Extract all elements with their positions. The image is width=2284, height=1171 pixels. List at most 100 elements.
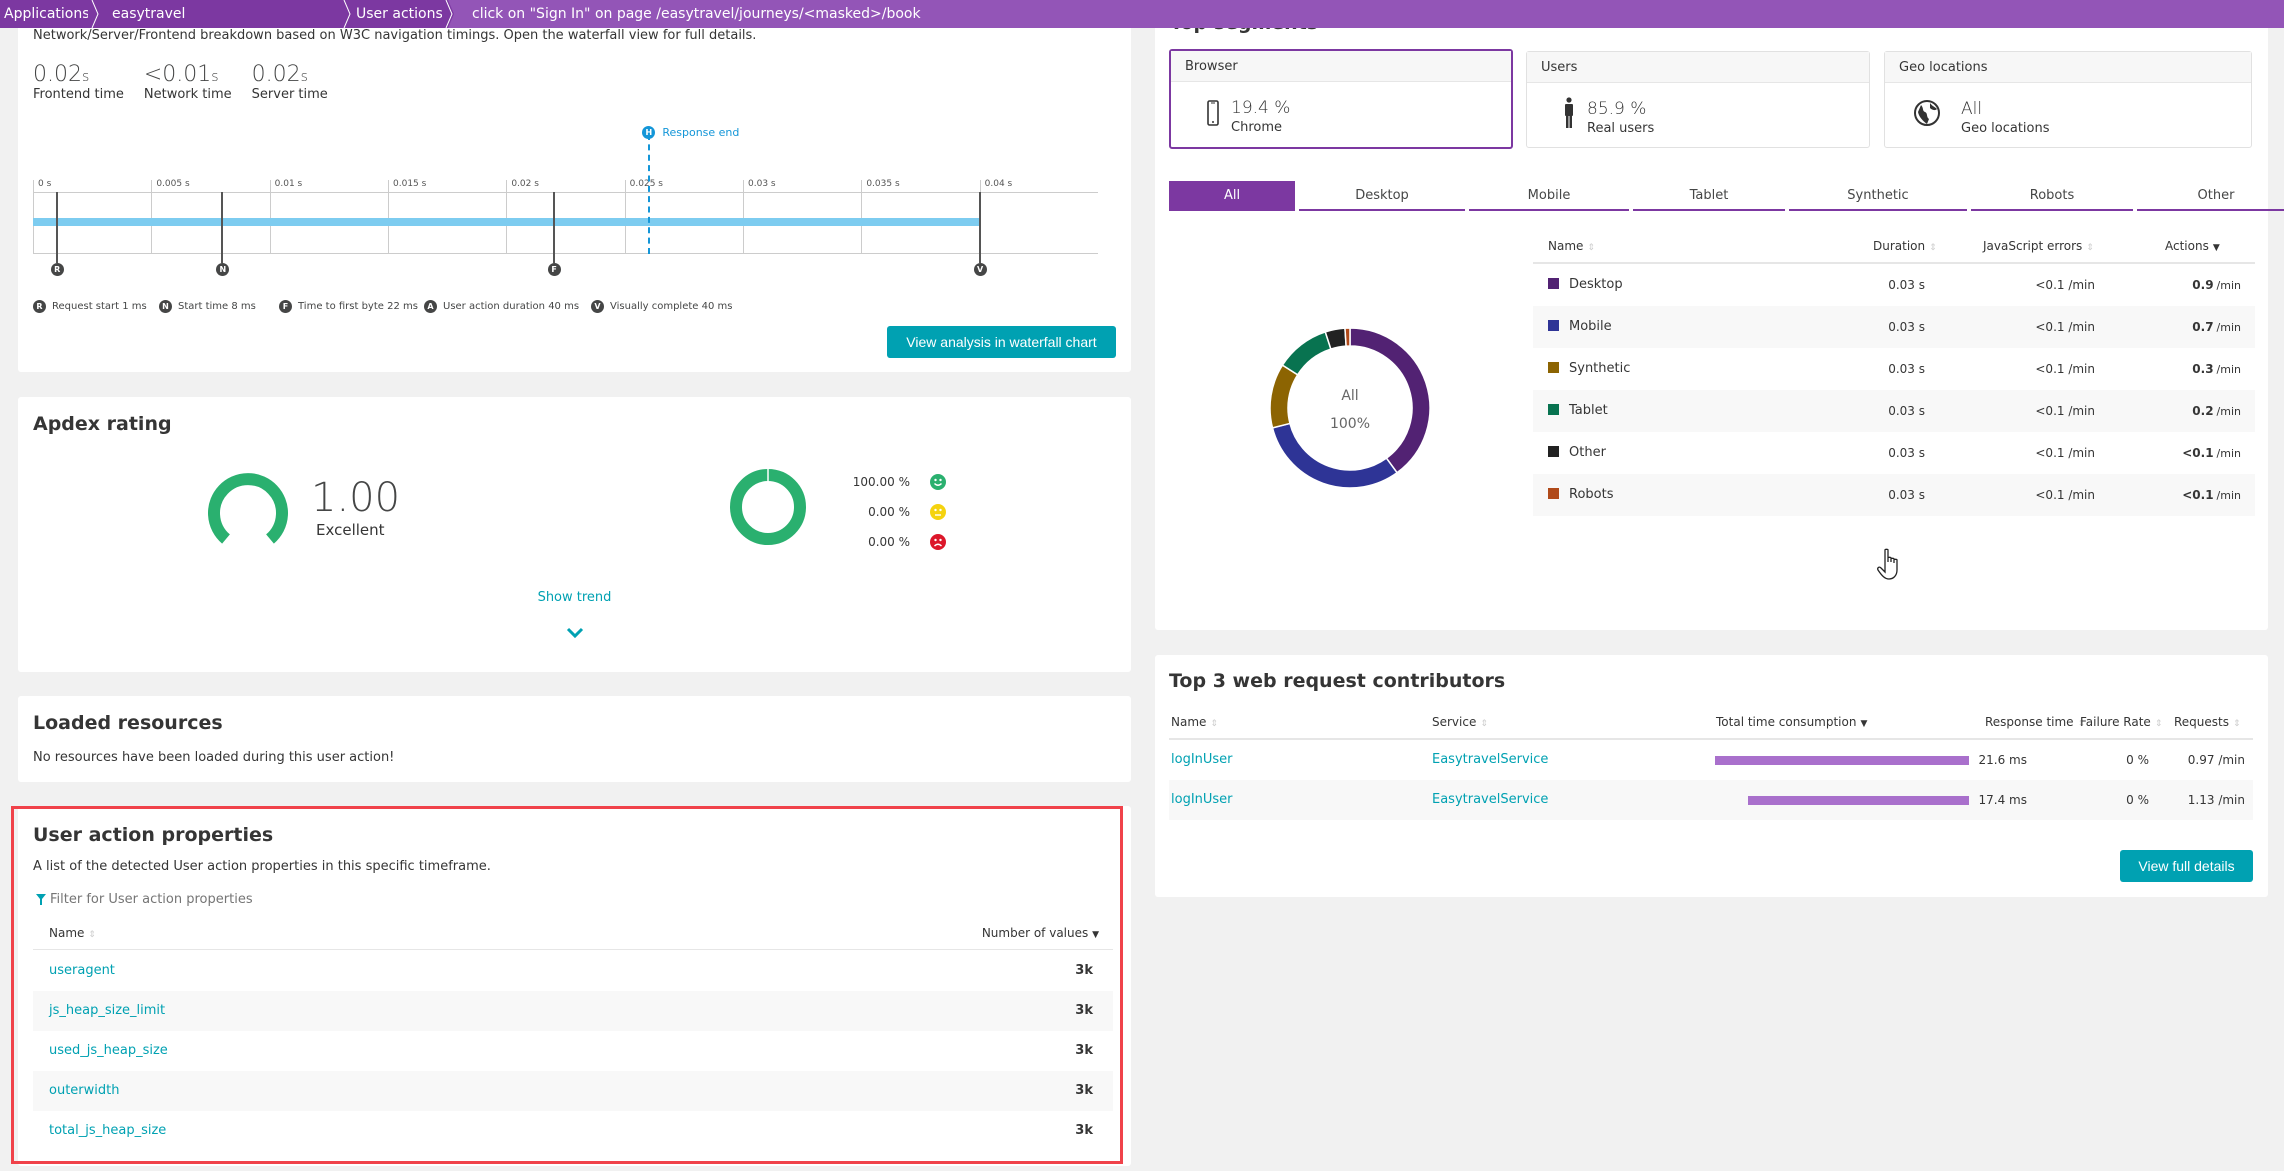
service-link[interactable]: EasytravelService (1432, 740, 1548, 782)
breadcrumb-label: easytravel (112, 6, 186, 22)
tab-tablet[interactable]: Tablet (1633, 181, 1785, 211)
breadcrumb-user-actions[interactable]: User actions (346, 0, 454, 28)
marker-n-icon: N (159, 300, 172, 313)
tab-mobile[interactable]: Mobile (1469, 181, 1629, 211)
tab-desktop[interactable]: Desktop (1299, 181, 1465, 211)
response-end-marker-icon[interactable]: H (642, 126, 656, 139)
segment-row-mobile[interactable]: Mobile 0.03 s <0.1 /min 0.7/min (1533, 306, 2255, 348)
sort-desc-icon: ▼ (2212, 243, 2220, 253)
marker-r-icon[interactable]: R (50, 263, 64, 276)
column-header-duration[interactable]: Duration ⇕ (1873, 239, 1937, 253)
column-header-name[interactable]: Name ⇕ (1548, 239, 1595, 253)
marker-f-icon[interactable]: F (547, 263, 561, 276)
property-name-link[interactable]: js_heap_size_limit (49, 991, 165, 1033)
property-count: 3k (1075, 1123, 1093, 1138)
property-name-link[interactable]: outerwidth (49, 1071, 119, 1113)
property-row[interactable]: used_js_heap_size 3k (33, 1031, 1113, 1071)
waterfall-legend: R Request start 1 ms N Start time 8 ms F Time… (33, 300, 1033, 320)
segment-tabs: All Desktop Mobile Tablet Synthetic Robots Oth… (1169, 181, 2284, 211)
segment-name: Mobile (1569, 319, 1612, 334)
breadcrumb-current: click on "Sign In" on page /easytravel/j… (448, 0, 935, 28)
axis-tick-label: 0.04 s (984, 179, 1013, 189)
column-header-number-of-values[interactable]: Number of values ▼ (982, 926, 1099, 940)
breadcrumb-easytravel[interactable]: easytravel (94, 0, 352, 28)
filter-input[interactable] (50, 891, 410, 907)
request-name-link[interactable]: logInUser (1171, 780, 1233, 822)
property-row[interactable]: useragent 3k (33, 951, 1113, 991)
axis-top-line (33, 192, 1098, 193)
donut-slice-mobile[interactable] (1271, 422, 1399, 489)
apdex-percent: 0.00 % (868, 535, 910, 549)
breadcrumb-applications[interactable]: Applications (0, 0, 100, 28)
property-name-link[interactable]: used_js_heap_size (49, 1031, 168, 1073)
property-row[interactable]: outerwidth 3k (33, 1071, 1113, 1111)
frustrated-face-icon (930, 534, 946, 550)
user-action-properties-card: User action properties A list of the det… (11, 806, 1131, 1166)
donut-slice-robots[interactable] (1344, 327, 1351, 347)
segment-card-browser[interactable]: Browser 19.4 % Chrome (1169, 49, 1513, 149)
legend-item: R Request start 1 ms (33, 300, 147, 313)
column-header-total-time-consumption[interactable]: Total time consumption ▼ (1716, 715, 1867, 729)
column-header-response-time[interactable]: Response time ⇕ (1985, 715, 2085, 729)
apdex-distribution-donut (730, 469, 806, 545)
filter-field[interactable] (36, 889, 436, 909)
hand-cursor-icon (1877, 548, 1898, 580)
request-name-link[interactable]: logInUser (1171, 740, 1233, 782)
segment-row-tablet[interactable]: Tablet 0.03 s <0.1 /min 0.2/min (1533, 390, 2255, 432)
tab-robots[interactable]: Robots (1971, 181, 2133, 211)
column-header-name[interactable]: Name ⇕ (49, 926, 96, 940)
breadcrumb: Applications easytravel User actions cli… (0, 0, 2284, 28)
property-row[interactable]: total_js_heap_size 3k (33, 1111, 1113, 1151)
segment-card-geo-locations[interactable]: Geo locations All Geo locations (1884, 51, 2252, 148)
failure-rate: 0 % (2126, 753, 2149, 767)
view-waterfall-button[interactable]: View analysis in waterfall chart (887, 326, 1116, 358)
axis-tick-label: 0.01 s (274, 179, 303, 189)
column-header-service[interactable]: Service ⇕ (1432, 715, 1488, 729)
waterfall-description: Network/Server/Frontend breakdown based … (33, 28, 757, 43)
segment-row-desktop[interactable]: Desktop 0.03 s <0.1 /min 0.9/min (1533, 264, 2255, 306)
segment-duration: 0.03 s (1888, 404, 1925, 418)
show-trend-link[interactable]: Show trend (18, 590, 1131, 605)
breadcrumb-label: User actions (356, 6, 443, 22)
web-request-row[interactable]: logInUser EasytravelService 21.6 ms 0 % 0.97… (1169, 740, 2253, 780)
marker-v-icon[interactable]: V (973, 263, 987, 276)
legend-label: Start time 8 ms (178, 301, 256, 312)
property-name-link[interactable]: useragent (49, 951, 115, 993)
web-request-row[interactable]: logInUser EasytravelService 17.4 ms 0 % 1.13… (1169, 780, 2253, 820)
top-segments-card: Top segments Browser 19.4 % Chrome Users… (1155, 0, 2268, 630)
segment-actions-unit: /min (2216, 279, 2241, 292)
column-header-failure-rate[interactable]: Failure Rate ⇕ (2080, 715, 2162, 729)
axis-tick-label: 0.02 s (511, 179, 539, 189)
sort-desc-icon: ▼ (1860, 719, 1868, 729)
tab-synthetic[interactable]: Synthetic (1789, 181, 1967, 211)
marker-line (552, 192, 555, 263)
segment-row-synthetic[interactable]: Synthetic 0.03 s <0.1 /min 0.3/min (1533, 348, 2255, 390)
view-full-details-button[interactable]: View full details (2120, 850, 2253, 882)
column-header-name[interactable]: Name ⇕ (1171, 715, 1218, 729)
tab-all[interactable]: All (1169, 181, 1295, 211)
legend-item: F Time to first byte 22 ms (279, 300, 418, 313)
donut-slice-tablet[interactable] (1281, 330, 1332, 376)
waterfall-card: Network/Server/Frontend breakdown based … (18, 0, 1131, 372)
tab-other[interactable]: Other (2137, 181, 2284, 211)
chevron-down-icon[interactable] (566, 627, 584, 639)
apdex-card: Apdex rating 1.00 Excellent 100.00 % 0.00… (18, 397, 1131, 672)
marker-n-icon[interactable]: N (216, 263, 230, 276)
segment-color-swatch (1548, 488, 1559, 499)
grid-line (33, 180, 34, 253)
segment-card-users[interactable]: Users 85.9 % Real users (1526, 51, 1870, 148)
property-row[interactable]: js_heap_size_limit 3k (33, 991, 1113, 1031)
legend-label: Request start 1 ms (52, 301, 147, 312)
user-action-duration-bar[interactable] (33, 218, 980, 226)
segment-row-other[interactable]: Other 0.03 s <0.1 /min <0.1/min (1533, 432, 2255, 474)
column-header-actions[interactable]: Actions ▼ (2165, 239, 2220, 253)
segment-color-swatch (1548, 320, 1559, 331)
property-name-link[interactable]: total_js_heap_size (49, 1111, 166, 1153)
segment-row-robots[interactable]: Robots 0.03 s <0.1 /min <0.1/min (1533, 474, 2255, 516)
segments-donut-chart[interactable] (1250, 308, 1450, 508)
service-link[interactable]: EasytravelService (1432, 780, 1548, 822)
segment-actions: 0.7/min (2192, 306, 2241, 348)
column-header-javascript-errors[interactable]: JavaScript errors ⇕ (1983, 239, 2094, 253)
waterfall-timeline[interactable]: 0 s 0.005 s 0.01 s 0.015 s 0.02 s 0.025 s 0.03… (33, 120, 1098, 280)
column-header-requests[interactable]: Requests ⇕ (2174, 715, 2241, 729)
